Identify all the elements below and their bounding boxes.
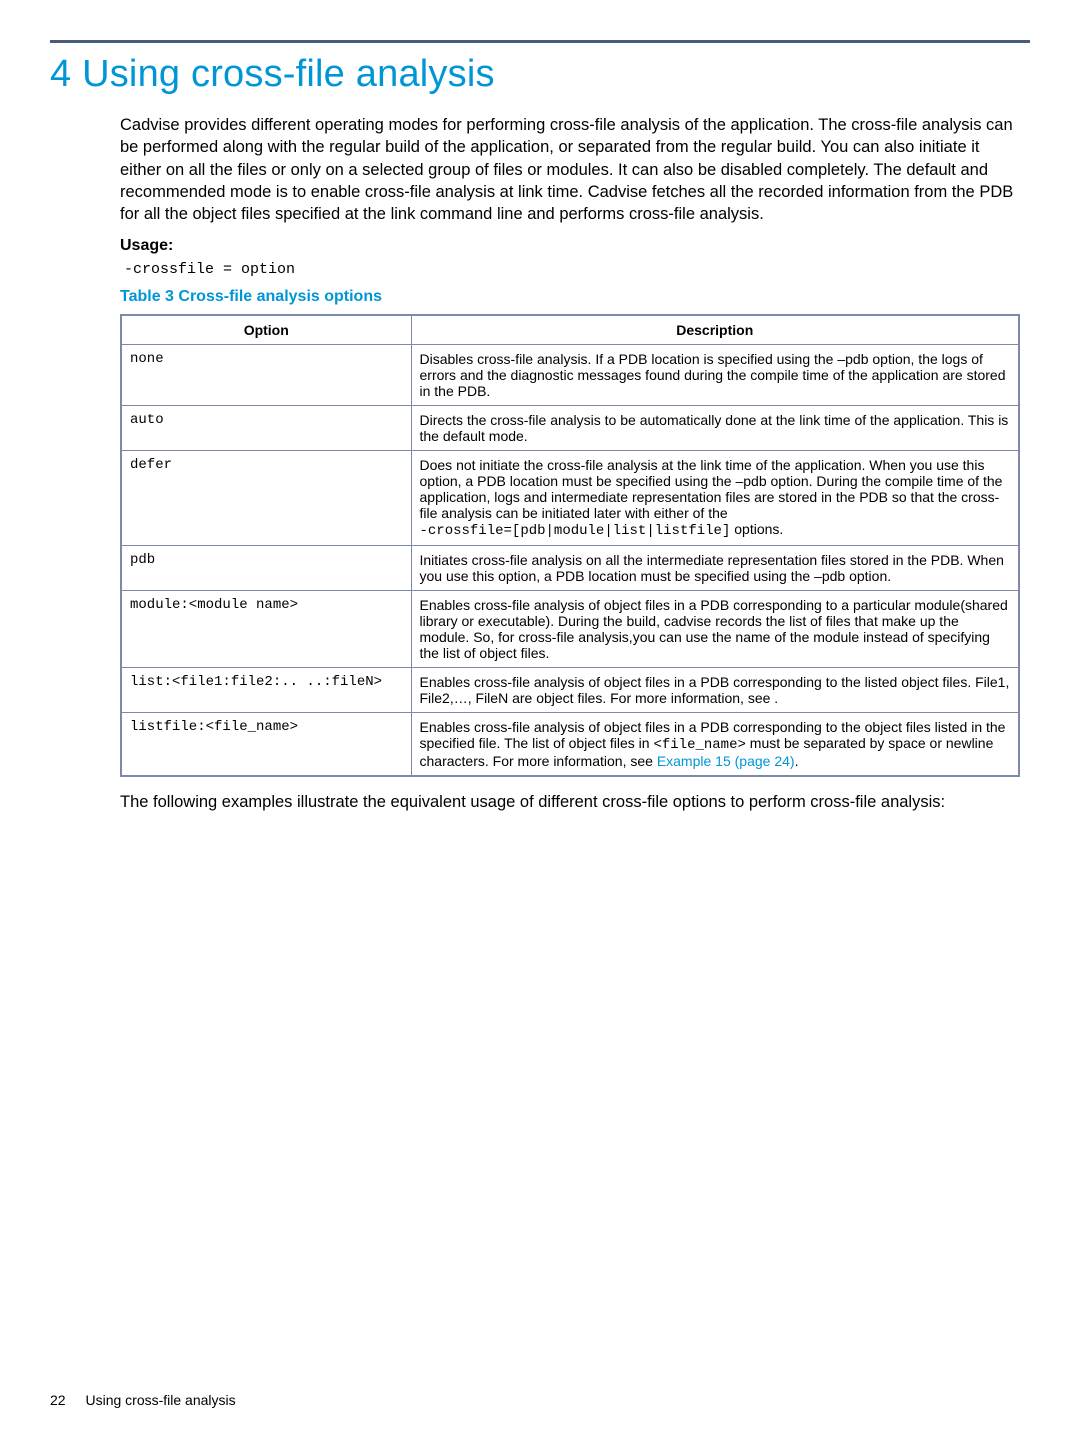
description-cell: Enables cross-file analysis of object fi…: [411, 668, 1019, 713]
table-title: Table 3 Cross-file analysis options: [120, 288, 1020, 306]
desc-text: Does not initiate the cross-file analysi…: [420, 457, 1003, 521]
table-header-option: Option: [121, 315, 411, 345]
table-row: none Disables cross-file analysis. If a …: [121, 345, 1019, 406]
page-footer: 22 Using cross-file analysis: [50, 1392, 236, 1408]
description-cell: Does not initiate the cross-file analysi…: [411, 451, 1019, 546]
desc-code: -crossfile=[pdb|module|list|listfile]: [420, 523, 731, 539]
table-row: pdb Initiates cross-file analysis on all…: [121, 546, 1019, 591]
table-row: listfile:<file_name> Enables cross-file …: [121, 713, 1019, 777]
usage-label: Usage:: [120, 237, 1020, 255]
desc-text: .: [774, 690, 778, 706]
desc-text: Enables cross-file analysis of object fi…: [420, 674, 1010, 706]
footer-section: Using cross-file analysis: [85, 1392, 235, 1408]
desc-code: <file_name>: [653, 737, 745, 753]
example-link[interactable]: Example 15 (page 24): [657, 753, 795, 769]
table-header-description: Description: [411, 315, 1019, 345]
options-table: Option Description none Disables cross-f…: [120, 314, 1020, 777]
description-cell: Initiates cross-file analysis on all the…: [411, 546, 1019, 591]
table-header-row: Option Description: [121, 315, 1019, 345]
chapter-title: 4 Using cross-file analysis: [50, 53, 1030, 96]
desc-text: .: [795, 753, 799, 769]
option-cell: none: [121, 345, 411, 406]
body-content: Cadvise provides different operating mod…: [120, 114, 1020, 814]
table-row: list:<file1:file2:.. ..:fileN> Enables c…: [121, 668, 1019, 713]
description-cell: Enables cross-file analysis of object fi…: [411, 591, 1019, 668]
header-rule: [50, 40, 1030, 43]
option-cell: pdb: [121, 546, 411, 591]
table-row: defer Does not initiate the cross-file a…: [121, 451, 1019, 546]
description-cell: Enables cross-file analysis of object fi…: [411, 713, 1019, 777]
desc-text: options.: [730, 521, 783, 537]
option-cell: auto: [121, 406, 411, 451]
table-row: module:<module name> Enables cross-file …: [121, 591, 1019, 668]
option-cell: list:<file1:file2:.. ..:fileN>: [121, 668, 411, 713]
description-cell: Directs the cross-file analysis to be au…: [411, 406, 1019, 451]
option-cell: defer: [121, 451, 411, 546]
option-cell: listfile:<file_name>: [121, 713, 411, 777]
page-number: 22: [50, 1392, 66, 1408]
usage-command: -crossfile = option: [124, 261, 1020, 278]
option-cell: module:<module name>: [121, 591, 411, 668]
intro-paragraph: Cadvise provides different operating mod…: [120, 114, 1020, 225]
table-row: auto Directs the cross-file analysis to …: [121, 406, 1019, 451]
description-cell: Disables cross-file analysis. If a PDB l…: [411, 345, 1019, 406]
after-paragraph: The following examples illustrate the eq…: [120, 791, 1020, 813]
